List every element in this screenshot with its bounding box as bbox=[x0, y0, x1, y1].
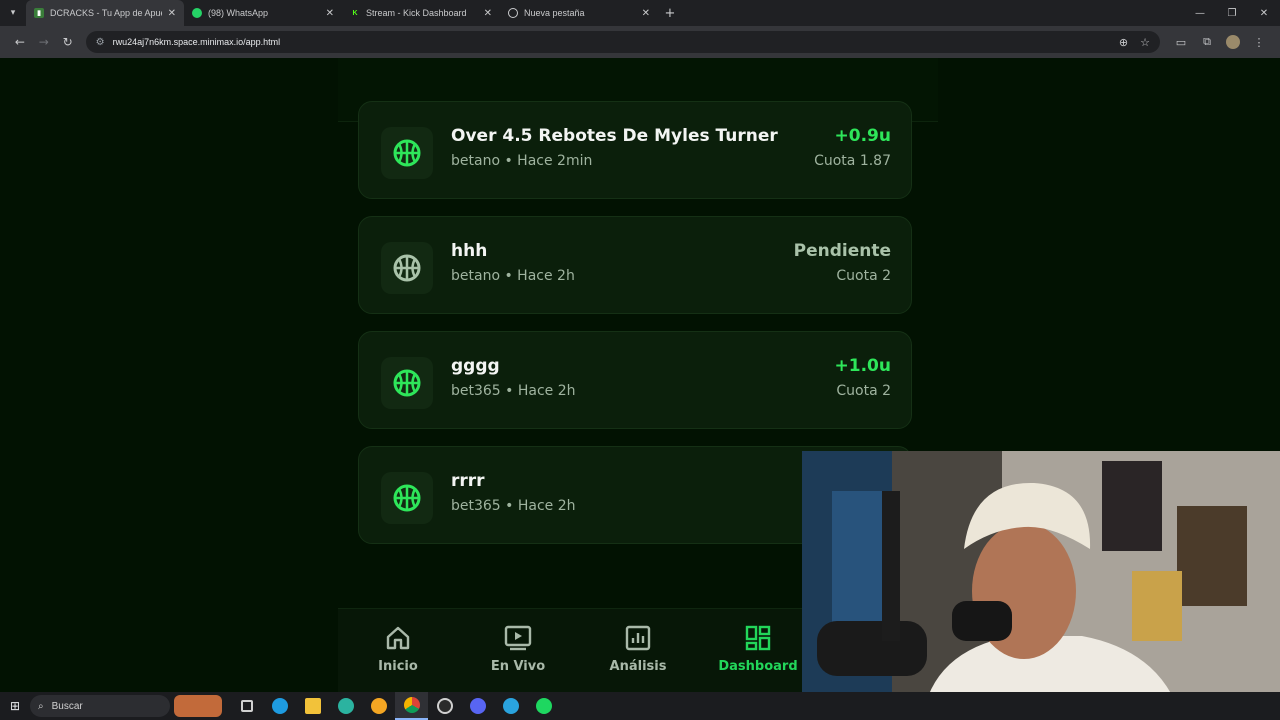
menu-kebab-icon[interactable]: ⋮ bbox=[1246, 36, 1272, 49]
bet-card[interactable]: Over 4.5 Rebotes De Myles Turner betano … bbox=[358, 101, 912, 199]
window-controls: — ❐ ✕ bbox=[1184, 8, 1280, 19]
bet-result: +0.9u bbox=[834, 126, 891, 146]
globe-icon bbox=[508, 8, 518, 18]
search-highlight-image[interactable] bbox=[174, 695, 222, 717]
taskbar-search[interactable]: ⌕ Buscar bbox=[30, 695, 170, 717]
bet-odds: Cuota 2 bbox=[836, 383, 891, 399]
minimize-icon[interactable]: — bbox=[1184, 8, 1216, 19]
site-info-icon[interactable]: ⚙ bbox=[96, 37, 105, 48]
os-taskbar: ⊞ ⌕ Buscar bbox=[0, 692, 1280, 720]
bet-odds: Cuota 1.87 bbox=[814, 153, 891, 169]
bet-meta: betano • Hace 2min bbox=[451, 153, 593, 169]
bet-result: Pendiente bbox=[793, 241, 891, 261]
tab-title: (98) WhatsApp bbox=[208, 8, 269, 18]
tab-whatsapp[interactable]: (98) WhatsApp ✕ bbox=[184, 0, 342, 26]
dashboard-grid-icon bbox=[745, 625, 771, 651]
search-label: Buscar bbox=[51, 700, 83, 712]
nav-analisis[interactable]: Análisis bbox=[578, 609, 698, 692]
file-explorer-icon[interactable] bbox=[296, 692, 329, 720]
kick-icon: K bbox=[352, 9, 358, 17]
analysis-chart-icon bbox=[625, 625, 651, 651]
task-view-icon[interactable] bbox=[230, 692, 263, 720]
nav-label: Dashboard bbox=[718, 659, 798, 674]
close-icon[interactable]: ✕ bbox=[326, 8, 334, 19]
reload-icon[interactable]: ↻ bbox=[56, 35, 80, 49]
zoom-icon[interactable]: ⊕ bbox=[1119, 36, 1128, 49]
toolbar-actions: ▭ ⧉ ⋮ bbox=[1168, 35, 1272, 49]
edge-icon[interactable] bbox=[263, 692, 296, 720]
nav-en-vivo[interactable]: En Vivo bbox=[458, 609, 578, 692]
nav-label: En Vivo bbox=[490, 659, 546, 674]
whatsapp-icon bbox=[192, 8, 202, 18]
bet-card[interactable]: hhh betano • Hace 2h Pendiente Cuota 2 bbox=[358, 216, 912, 314]
search-icon: ⌕ bbox=[38, 700, 44, 712]
basketball-icon bbox=[381, 472, 433, 524]
url-text[interactable]: rwu24aj7n6km.space.minimax.io/app.html bbox=[113, 37, 1107, 47]
nav-dashboard[interactable]: Dashboard bbox=[698, 609, 818, 692]
nav-label: Análisis bbox=[609, 659, 667, 674]
browser-tab-bar: ▾ ▮ DCRACKS - Tu App de Apuestas ✕ (98) … bbox=[0, 0, 1280, 26]
address-bar[interactable]: ⚙ rwu24aj7n6km.space.minimax.io/app.html… bbox=[85, 31, 1160, 53]
tab-search-dropdown-icon[interactable]: ▾ bbox=[0, 0, 26, 26]
tab-dcracks[interactable]: ▮ DCRACKS - Tu App de Apuestas ✕ bbox=[26, 0, 184, 26]
chrome-icon[interactable] bbox=[395, 692, 428, 720]
bet-title: gggg bbox=[451, 356, 500, 376]
close-window-icon[interactable]: ✕ bbox=[1248, 8, 1280, 19]
bet-card[interactable]: gggg bet365 • Hace 2h +1.0u Cuota 2 bbox=[358, 331, 912, 429]
bet-meta: bet365 • Hace 2h bbox=[451, 498, 576, 514]
telegram-icon[interactable] bbox=[494, 692, 527, 720]
edge-dev-icon[interactable] bbox=[329, 692, 362, 720]
discord-icon[interactable] bbox=[461, 692, 494, 720]
forward-icon[interactable]: → bbox=[32, 35, 56, 49]
profile-avatar[interactable] bbox=[1226, 35, 1240, 49]
new-tab-button[interactable]: + bbox=[658, 6, 682, 21]
windows-start-icon[interactable]: ⊞ bbox=[0, 699, 30, 713]
home-icon bbox=[386, 626, 410, 650]
basketball-icon bbox=[381, 127, 433, 179]
basketball-icon bbox=[381, 242, 433, 294]
bet-title: hhh bbox=[451, 241, 488, 261]
bet-meta: bet365 • Hace 2h bbox=[451, 383, 576, 399]
webcam-overlay bbox=[802, 451, 1280, 720]
restore-icon[interactable]: ❐ bbox=[1216, 8, 1248, 19]
taskbar-apps bbox=[230, 692, 560, 720]
live-play-icon bbox=[504, 625, 532, 651]
nav-label: Inicio bbox=[378, 659, 418, 674]
obs-icon[interactable] bbox=[428, 692, 461, 720]
bet-odds: Cuota 2 bbox=[836, 268, 891, 284]
bet-title: Over 4.5 Rebotes De Myles Turner bbox=[451, 126, 778, 146]
browser-toolbar: ← → ↻ ⚙ rwu24aj7n6km.space.minimax.io/ap… bbox=[0, 26, 1280, 58]
close-icon[interactable]: ✕ bbox=[484, 8, 492, 19]
extensions-icon[interactable]: ⧉ bbox=[1194, 35, 1220, 49]
bet-meta: betano • Hace 2h bbox=[451, 268, 575, 284]
chrome-canary-icon[interactable] bbox=[362, 692, 395, 720]
bet-title: rrrr bbox=[451, 471, 485, 491]
bookmark-star-icon[interactable]: ☆ bbox=[1140, 36, 1150, 49]
close-icon[interactable]: ✕ bbox=[642, 8, 650, 19]
close-icon[interactable]: ✕ bbox=[168, 8, 176, 19]
bet-result: +1.0u bbox=[834, 356, 891, 376]
nav-inicio[interactable]: Inicio bbox=[338, 609, 458, 692]
tab-title: Nueva pestaña bbox=[524, 8, 585, 18]
spotify-icon[interactable] bbox=[527, 692, 560, 720]
tab-kick[interactable]: K Stream - Kick Dashboard ✕ bbox=[342, 0, 500, 26]
tab-title: Stream - Kick Dashboard bbox=[366, 8, 467, 18]
tab-new-tab[interactable]: Nueva pestaña ✕ bbox=[500, 0, 658, 26]
tab-title: DCRACKS - Tu App de Apuestas bbox=[50, 8, 162, 18]
chart-icon: ▮ bbox=[34, 8, 44, 18]
basketball-icon bbox=[381, 357, 433, 409]
cast-icon[interactable]: ▭ bbox=[1168, 36, 1194, 49]
back-icon[interactable]: ← bbox=[8, 35, 32, 49]
